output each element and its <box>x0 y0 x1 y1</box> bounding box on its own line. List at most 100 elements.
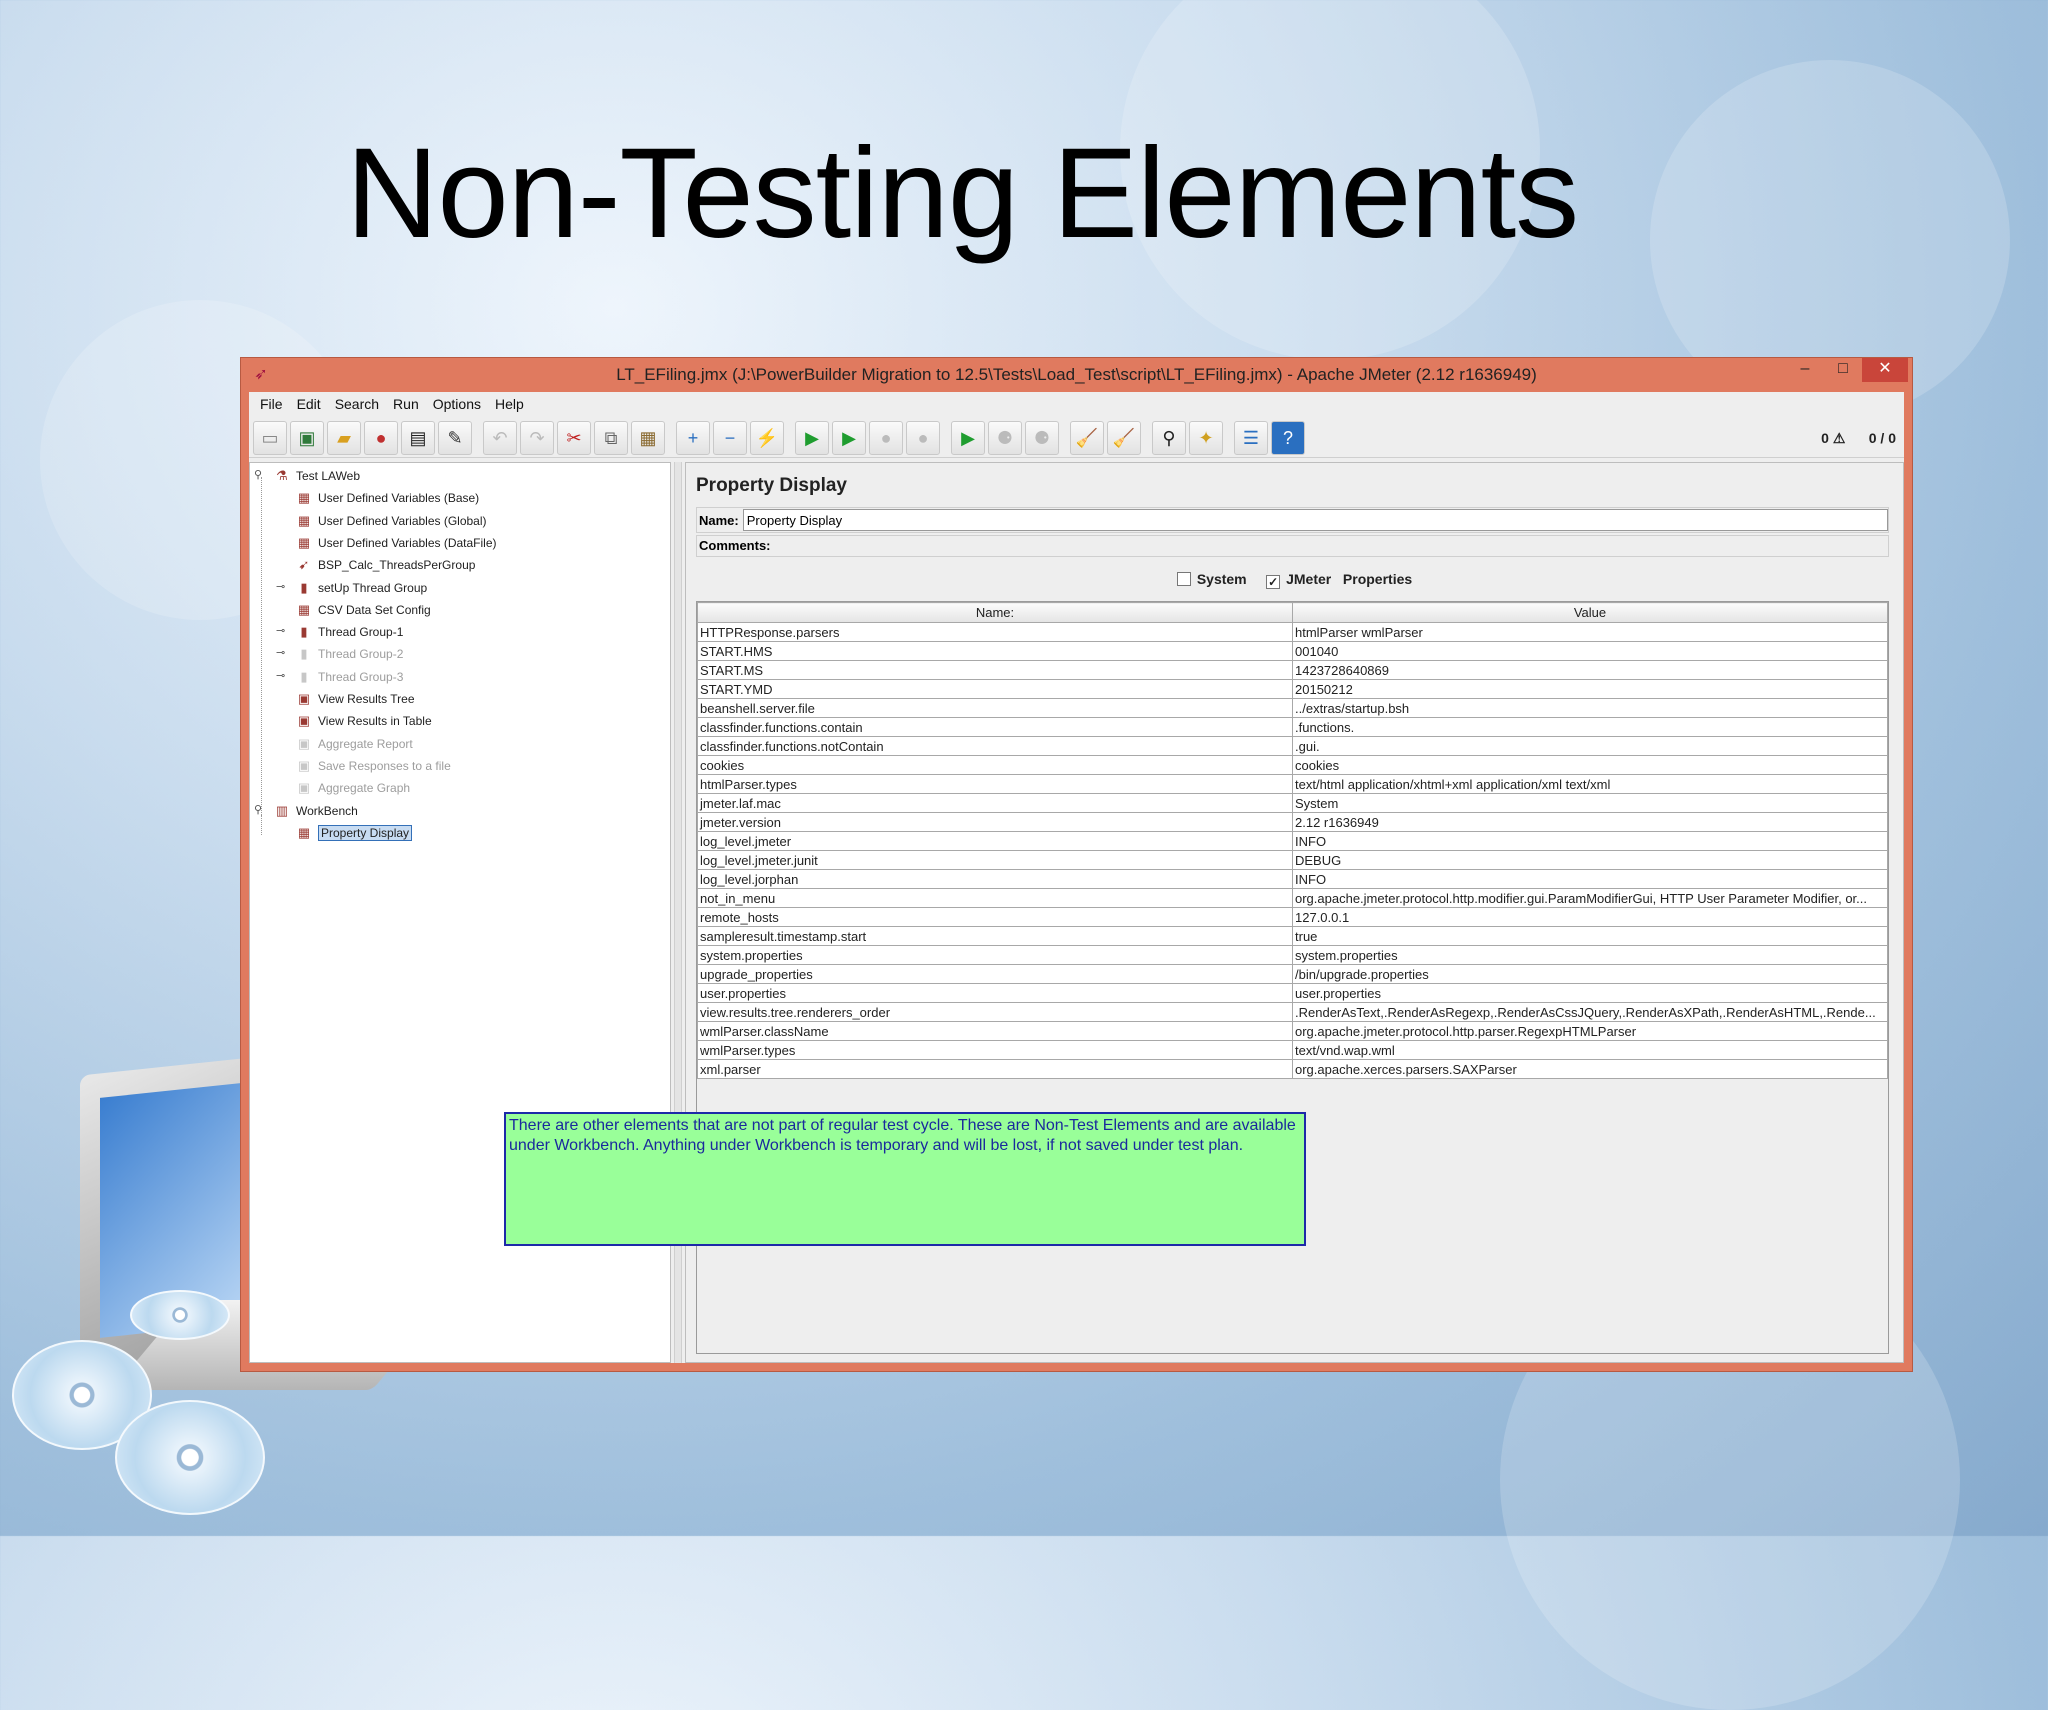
save-screenshot-icon[interactable]: ✎ <box>438 420 472 455</box>
tree-node[interactable]: ▣ Aggregate Report <box>294 734 413 754</box>
property-name-cell[interactable]: xml.parser <box>697 1059 1293 1079</box>
tree-node[interactable]: ▮ Thread Group-2 <box>294 644 403 664</box>
tree-node[interactable]: ▮ setUp Thread Group <box>294 578 427 598</box>
menu-run[interactable]: Run <box>386 396 426 412</box>
tree-node[interactable]: ▮ Thread Group-1 <box>294 622 403 642</box>
property-name-cell[interactable]: classfinder.functions.notContain <box>697 736 1293 756</box>
reset-search-icon[interactable]: ✦ <box>1189 420 1223 455</box>
property-value-cell[interactable]: user.properties <box>1292 983 1888 1003</box>
tree-node[interactable]: ▣ Aggregate Graph <box>294 778 410 798</box>
property-name-cell[interactable]: wmlParser.className <box>697 1021 1293 1041</box>
table-row[interactable]: beanshell.server.file ../extras/startup.b… <box>697 698 1888 718</box>
table-row[interactable]: log_level.jmeter INFO <box>697 831 1888 851</box>
stop-icon[interactable]: ● <box>869 420 903 455</box>
comments-field[interactable]: Comments: <box>696 535 1889 557</box>
tree-node[interactable]: ▦ User Defined Variables (Base) <box>294 488 479 508</box>
column-header-name[interactable]: Name: <box>697 602 1293 623</box>
remote-stop-icon[interactable]: ⚈ <box>988 420 1022 455</box>
table-row[interactable]: START.HMS 001040 <box>697 641 1888 661</box>
window-titlebar[interactable]: ➶ LT_EFiling.jmx (J:\PowerBuilder Migrat… <box>241 358 1912 392</box>
property-name-cell[interactable]: START.MS <box>697 660 1293 680</box>
property-value-cell[interactable]: INFO <box>1292 869 1888 889</box>
property-name-cell[interactable]: jmeter.version <box>697 812 1293 832</box>
property-value-cell[interactable]: text/html application/xhtml+xml applicat… <box>1292 774 1888 794</box>
shutdown-icon[interactable]: ● <box>906 420 940 455</box>
property-value-cell[interactable]: 127.0.0.1 <box>1292 907 1888 927</box>
table-row[interactable]: jmeter.laf.mac System <box>697 793 1888 813</box>
table-row[interactable]: system.properties system.properties <box>697 945 1888 965</box>
property-value-cell[interactable]: text/vnd.wap.wml <box>1292 1040 1888 1060</box>
cut-icon[interactable]: ✂ <box>557 420 591 455</box>
property-name-cell[interactable]: wmlParser.types <box>697 1040 1293 1060</box>
toggle-icon[interactable]: ⚡ <box>750 420 784 455</box>
expand-all-icon[interactable]: + <box>676 420 710 455</box>
tree-expander-icon[interactable]: ⚲ <box>254 468 262 481</box>
save-icon[interactable]: ▤ <box>401 420 435 455</box>
property-name-cell[interactable]: not_in_menu <box>697 888 1293 908</box>
table-row[interactable]: htmlParser.types text/html application/xh… <box>697 774 1888 794</box>
help-icon[interactable]: ? <box>1271 420 1305 455</box>
table-row[interactable]: cookies cookies <box>697 755 1888 775</box>
property-name-cell[interactable]: log_level.jmeter <box>697 831 1293 851</box>
menu-options[interactable]: Options <box>426 396 488 412</box>
property-name-cell[interactable]: log_level.jorphan <box>697 869 1293 889</box>
tree-node[interactable]: ▦ CSV Data Set Config <box>294 600 431 620</box>
property-value-cell[interactable]: org.apache.xerces.parsers.SAXParser <box>1292 1059 1888 1079</box>
table-row[interactable]: log_level.jmeter.junit DEBUG <box>697 850 1888 870</box>
copy-icon[interactable]: ⧉ <box>594 420 628 455</box>
function-helper-icon[interactable]: ☰ <box>1234 420 1268 455</box>
table-row[interactable]: classfinder.functions.contain .functions. <box>697 717 1888 737</box>
tree-node[interactable]: ⚗ Test LAWeb <box>272 466 360 486</box>
remote-start-icon[interactable]: ▶ <box>951 420 985 455</box>
system-checkbox[interactable] <box>1176 572 1191 586</box>
menu-help[interactable]: Help <box>488 396 531 412</box>
table-row[interactable]: START.MS 1423728640869 <box>697 660 1888 680</box>
table-row[interactable]: xml.parser org.apache.xerces.parsers.SAXP… <box>697 1059 1888 1079</box>
property-value-cell[interactable]: .gui. <box>1292 736 1888 756</box>
redo-icon[interactable]: ↷ <box>520 420 554 455</box>
property-name-cell[interactable]: jmeter.laf.mac <box>697 793 1293 813</box>
remote-shutdown-icon[interactable]: ⚈ <box>1025 420 1059 455</box>
property-name-cell[interactable]: system.properties <box>697 945 1293 965</box>
property-value-cell[interactable]: /bin/upgrade.properties <box>1292 964 1888 984</box>
open-icon[interactable]: ▰ <box>327 420 361 455</box>
table-row[interactable]: START.YMD 20150212 <box>697 679 1888 699</box>
menu-edit[interactable]: Edit <box>290 396 328 412</box>
tree-node[interactable]: ➹ BSP_Calc_ThreadsPerGroup <box>294 555 476 575</box>
tree-node[interactable]: ▣ View Results in Table <box>294 711 432 731</box>
property-value-cell[interactable]: true <box>1292 926 1888 946</box>
templates-icon[interactable]: ▣ <box>290 420 324 455</box>
minimize-button[interactable]: – <box>1786 358 1824 382</box>
table-row[interactable]: upgrade_properties/bin/upgrade.propertie… <box>697 964 1888 984</box>
new-icon[interactable]: ▭ <box>253 420 287 455</box>
table-row[interactable]: wmlParser.types text/vnd.wap.wml <box>697 1040 1888 1060</box>
property-name-cell[interactable]: user.properties <box>697 983 1293 1003</box>
property-value-cell[interactable]: 20150212 <box>1292 679 1888 699</box>
property-name-cell[interactable]: log_level.jmeter.junit <box>697 850 1293 870</box>
close-file-icon[interactable]: ● <box>364 420 398 455</box>
property-value-cell[interactable]: system.properties <box>1292 945 1888 965</box>
property-value-cell[interactable]: org.apache.jmeter.protocol.http.modifier… <box>1292 888 1888 908</box>
property-value-cell[interactable]: cookies <box>1292 755 1888 775</box>
tree-expander-icon[interactable]: ⚲ <box>254 803 262 816</box>
property-value-cell[interactable]: htmlParser wmlParser <box>1292 622 1888 642</box>
property-name-cell[interactable]: beanshell.server.file <box>697 698 1293 718</box>
tree-expander-icon[interactable]: ⊸ <box>276 669 285 682</box>
maximize-button[interactable]: □ <box>1824 358 1862 382</box>
property-name-cell[interactable]: htmlParser.types <box>697 774 1293 794</box>
tree-node[interactable]: ▦ Property Display <box>294 823 413 843</box>
start-icon[interactable]: ▶ <box>795 420 829 455</box>
property-name-cell[interactable]: classfinder.functions.contain <box>697 717 1293 737</box>
jmeter-checkbox[interactable]: ✓ <box>1266 575 1281 589</box>
tree-expander-icon[interactable]: ⊸ <box>276 624 285 637</box>
search-icon[interactable]: ⚲ <box>1152 420 1186 455</box>
table-row[interactable]: wmlParser.className org.apache.jmeter.pro… <box>697 1021 1888 1041</box>
warning-count[interactable]: 0 ⚠ <box>1821 430 1845 446</box>
close-button[interactable]: ✕ <box>1862 358 1908 382</box>
table-row[interactable]: jmeter.version 2.12 r1636949 <box>697 812 1888 832</box>
collapse-all-icon[interactable]: − <box>713 420 747 455</box>
tree-node[interactable]: ▮ Thread Group-3 <box>294 667 403 687</box>
property-value-cell[interactable]: DEBUG <box>1292 850 1888 870</box>
table-row[interactable]: view.results.tree.renderers_order .Render… <box>697 1002 1888 1022</box>
tree-node[interactable]: ▣ Save Responses to a file <box>294 756 451 776</box>
